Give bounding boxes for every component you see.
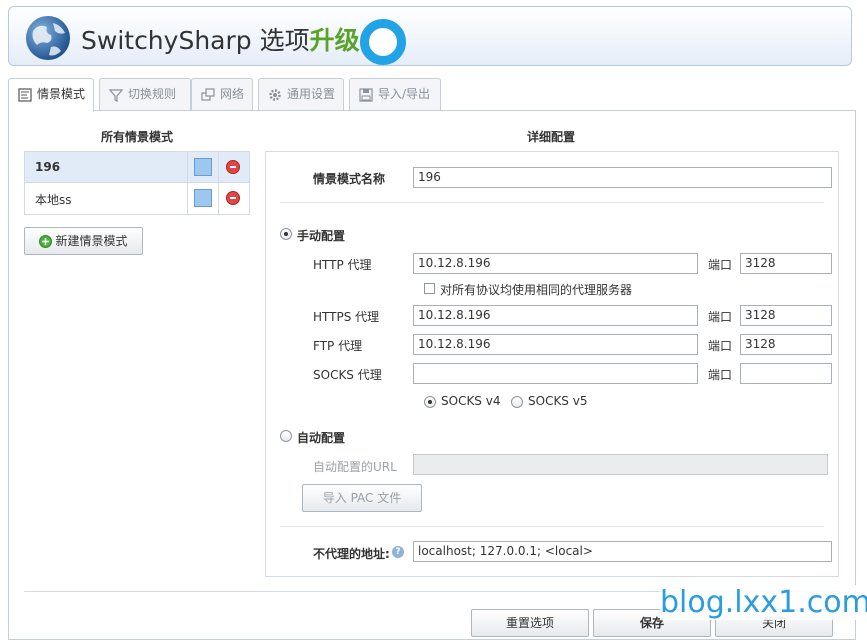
profile-color-swatch[interactable] xyxy=(187,183,219,214)
profile-name-label: 情景模式名称 xyxy=(313,172,386,186)
tab-switch-rules-label: 切换规则 xyxy=(128,87,177,101)
tab-general-settings[interactable]: 通用设置 xyxy=(258,78,344,111)
profile-item[interactable]: 本地ss xyxy=(25,183,249,214)
details-panel: 情景模式名称 196 手动配置 HTTP 代理 10.12.8.196 端口 3… xyxy=(265,151,839,577)
http-proxy-input[interactable]: 10.12.8.196 xyxy=(413,253,698,274)
gear-icon xyxy=(269,89,281,101)
ftp-proxy-input[interactable]: 10.12.8.196 xyxy=(413,334,698,355)
new-profile-label: 新建情景模式 xyxy=(55,234,128,248)
auto-config-radio[interactable] xyxy=(280,430,292,442)
manual-config-radio[interactable] xyxy=(280,228,292,240)
tab-switch-rules[interactable]: 切换规则 xyxy=(99,78,191,111)
profile-item-name: 196 xyxy=(35,160,61,174)
ftp-port-input[interactable]: 3128 xyxy=(740,334,832,355)
auto-config-url-input[interactable] xyxy=(413,454,828,475)
profile-item[interactable]: 196 xyxy=(25,152,249,183)
same-proxy-checkbox[interactable] xyxy=(424,283,435,294)
import-pac-button[interactable]: 导入 PAC 文件 xyxy=(302,484,422,512)
https-port-input[interactable]: 3128 xyxy=(740,305,832,326)
tab-general-settings-label: 通用设置 xyxy=(287,87,336,101)
tab-import-export-label: 导入/导出 xyxy=(378,87,431,101)
http-proxy-label: HTTP 代理 xyxy=(313,258,372,272)
globe-icon xyxy=(26,16,70,60)
color-swatch xyxy=(194,189,212,207)
same-proxy-label: 对所有协议均使用相同的代理服务器 xyxy=(440,283,633,297)
delete-profile-icon[interactable] xyxy=(226,160,240,174)
socks-v5-label: SOCKS v5 xyxy=(528,394,588,408)
delete-profile-icon[interactable] xyxy=(226,191,240,205)
tab-profiles[interactable]: 情景模式 xyxy=(8,78,94,112)
https-proxy-input[interactable]: 10.12.8.196 xyxy=(413,305,698,326)
tab-network-label: 网络 xyxy=(220,87,245,101)
https-port-label: 端口 xyxy=(708,310,733,324)
socks-port-label: 端口 xyxy=(708,368,733,382)
http-port-label: 端口 xyxy=(708,258,733,272)
divider xyxy=(280,526,824,527)
profile-icon xyxy=(18,88,32,102)
profile-name-input[interactable]: 196 xyxy=(413,167,832,188)
https-proxy-label: HTTPS 代理 xyxy=(313,310,380,324)
loading-ring-icon xyxy=(360,19,406,65)
profile-list: 196 本地ss xyxy=(24,151,250,215)
tab-import-export[interactable]: 导入/导出 xyxy=(349,78,441,111)
http-port-input[interactable]: 3128 xyxy=(740,253,832,274)
auto-config-url-label: 自动配置的URL xyxy=(313,460,397,474)
add-icon xyxy=(39,235,52,248)
floppy-disk-icon xyxy=(359,88,373,102)
app-header: SwitchySharp 选项升级 xyxy=(8,6,852,66)
reset-button[interactable]: 重置选项 xyxy=(471,609,589,637)
socks-v4-label: SOCKS v4 xyxy=(441,394,501,408)
color-swatch xyxy=(194,158,212,176)
ftp-port-label: 端口 xyxy=(708,339,733,353)
app-title-upgrade[interactable]: 升级 xyxy=(310,26,360,55)
new-profile-button[interactable]: 新建情景模式 xyxy=(24,227,143,255)
socks-v4-radio[interactable] xyxy=(424,396,436,408)
help-icon[interactable]: ? xyxy=(392,546,404,558)
bypass-list-label: 不代理的地址: xyxy=(313,547,390,561)
ftp-proxy-label: FTP 代理 xyxy=(313,339,363,353)
main-panel: 所有情景模式 196 本地ss 新建情景模式 详细配置 情景模式名称 196 手… xyxy=(8,110,856,640)
socks-proxy-label: SOCKS 代理 xyxy=(313,368,382,382)
socks-v5-radio[interactable] xyxy=(511,396,523,408)
auto-config-label: 自动配置 xyxy=(297,431,346,445)
app-title: SwitchySharp 选项升级 xyxy=(81,21,360,57)
bypass-list-input[interactable]: localhost; 127.0.0.1; <local> xyxy=(413,541,832,562)
profile-color-swatch[interactable] xyxy=(187,152,219,183)
tab-network[interactable]: 网络 xyxy=(191,78,253,111)
manual-config-label: 手动配置 xyxy=(297,229,346,243)
filter-icon xyxy=(109,89,123,102)
divider xyxy=(280,202,824,203)
network-icon xyxy=(201,88,215,101)
tab-profiles-label: 情景模式 xyxy=(37,87,86,101)
socks-port-input[interactable] xyxy=(740,363,832,384)
details-header: 详细配置 xyxy=(527,130,576,144)
profile-item-name: 本地ss xyxy=(35,193,72,207)
app-title-main: SwitchySharp 选项 xyxy=(81,26,310,55)
profiles-header: 所有情景模式 xyxy=(101,130,174,144)
watermark-text: blog.lxx1.com xyxy=(660,585,867,620)
socks-proxy-input[interactable] xyxy=(413,363,698,384)
